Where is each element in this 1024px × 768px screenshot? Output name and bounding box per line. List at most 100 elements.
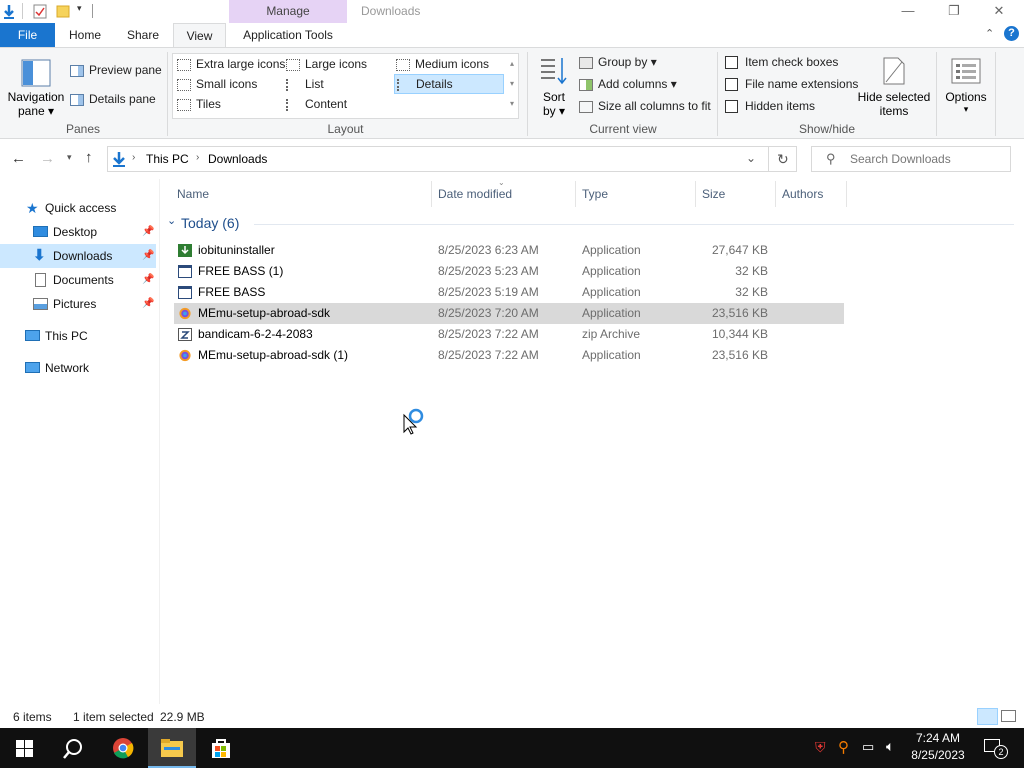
close-button[interactable]: ✕	[976, 0, 1022, 23]
hide-selected-label-2: items	[879, 104, 909, 118]
search-input[interactable]: Search Downloads	[850, 147, 951, 171]
volume-tray-icon[interactable]: 🔈︎	[886, 738, 894, 755]
security-tray-icon[interactable]: ⛨	[815, 739, 826, 756]
up-arrow-icon[interactable]: ↑	[85, 149, 93, 166]
minimize-button[interactable]: —	[885, 0, 931, 23]
nav-quick-access[interactable]: ★ Quick access	[0, 196, 156, 220]
network-tray-icon[interactable]: ▭	[862, 739, 874, 755]
file-row-memu-setup-abroad-sdk[interactable]: MEmu-setup-abroad-sdk 8/25/2023 7:20 AM …	[174, 303, 844, 324]
pin-icon[interactable]: 📌	[142, 220, 154, 244]
nav-pictures[interactable]: Pictures 📌	[0, 292, 156, 316]
group-by-button[interactable]: Group by ▾	[579, 53, 657, 71]
add-columns-icon	[579, 78, 593, 91]
file-row-free-bass[interactable]: FREE BASS 8/25/2023 5:19 AM Application …	[174, 282, 844, 303]
nav-documents[interactable]: Documents 📌	[0, 268, 156, 292]
help-icon[interactable]: ?	[1004, 26, 1019, 41]
tab-home[interactable]: Home	[60, 23, 110, 47]
add-columns-button[interactable]: Add columns ▾	[579, 75, 677, 93]
search-icon	[63, 739, 82, 759]
sort-by-button[interactable]: Sort by ▾	[536, 54, 572, 118]
file-row-free-bass-1[interactable]: FREE BASS (1) 8/25/2023 5:23 AM Applicat…	[174, 261, 844, 282]
recent-locations-icon[interactable]: ▾	[67, 152, 72, 163]
app-tray-icon[interactable]: ⚲	[838, 738, 849, 756]
refresh-icon[interactable]: ↻	[777, 151, 789, 168]
chrome-taskbar-button[interactable]	[99, 728, 147, 768]
details-pane-button[interactable]: Details pane	[70, 90, 156, 108]
nav-this-pc[interactable]: This PC	[0, 324, 156, 348]
layout-small-icons[interactable]: Small icons	[177, 75, 257, 93]
new-folder-icon[interactable]	[56, 4, 70, 18]
breadcrumb-downloads[interactable]: Downloads	[208, 152, 267, 166]
manage-context-tab[interactable]: Manage	[229, 0, 347, 23]
sort-label-2: by ▾	[542, 104, 566, 118]
ribbon-tabs: File Home Share View Application Tools ⌃…	[0, 23, 1024, 48]
taskbar-clock[interactable]: 7:24 AM 8/25/2023	[905, 730, 971, 764]
search-box[interactable]: ⚲ Search Downloads	[811, 146, 1011, 172]
star-icon: ★	[26, 200, 39, 216]
nav-downloads[interactable]: ⬇ Downloads 📌	[0, 244, 156, 268]
pin-icon[interactable]: 📌	[142, 244, 154, 268]
details-pane-icon	[70, 93, 84, 106]
search-taskbar-button[interactable]	[48, 728, 96, 768]
column-header-type[interactable]: Type	[574, 181, 696, 207]
column-header-name[interactable]: Name	[169, 181, 432, 207]
preview-pane-icon	[70, 64, 84, 77]
file-explorer-taskbar-button[interactable]	[148, 728, 196, 768]
breadcrumb-this-pc[interactable]: This PC	[146, 152, 189, 166]
tab-application-tools[interactable]: Application Tools	[229, 23, 347, 47]
layout-extra-large-icons[interactable]: Extra large icons	[177, 55, 285, 73]
size-all-columns-button[interactable]: Size all columns to fit	[579, 97, 711, 115]
zip-archive-icon	[178, 328, 192, 341]
layout-large-icons[interactable]: Large icons	[286, 55, 367, 73]
start-button[interactable]	[0, 728, 48, 768]
back-arrow-icon[interactable]: ←	[11, 150, 26, 167]
options-dropdown-icon: ▾	[963, 104, 969, 114]
store-taskbar-button[interactable]	[197, 728, 245, 768]
layout-tiles[interactable]: Tiles	[177, 95, 221, 113]
status-bar: 6 items 1 item selected 22.9 MB	[0, 706, 1024, 728]
hidden-items-checkbox[interactable]	[725, 100, 738, 113]
desktop-icon	[33, 226, 48, 237]
file-row-bandicam[interactable]: bandicam-6-2-4-2083 8/25/2023 7:22 AM zi…	[174, 324, 844, 345]
preview-pane-button[interactable]: Preview pane	[70, 61, 162, 79]
forward-arrow-icon[interactable]: →	[40, 150, 55, 167]
busy-cursor-icon	[403, 408, 424, 435]
tab-view[interactable]: View	[173, 23, 226, 48]
item-check-boxes-checkbox[interactable]	[725, 56, 738, 69]
restore-button[interactable]: ❐	[931, 0, 977, 23]
properties-icon[interactable]	[33, 4, 47, 19]
pin-icon[interactable]: 📌	[142, 268, 154, 292]
options-button[interactable]: Options ▾	[940, 54, 992, 118]
file-row-memu-setup-abroad-sdk-1[interactable]: MEmu-setup-abroad-sdk (1) 8/25/2023 7:22…	[174, 345, 844, 366]
nav-desktop[interactable]: Desktop 📌	[0, 220, 156, 244]
layout-scroll[interactable]: ▴ ▾ ▾	[506, 54, 518, 118]
column-headers: Name Date modified ⌄ Type Size Authors	[160, 178, 1024, 207]
details-view-toggle-icon[interactable]	[977, 708, 998, 725]
collapse-ribbon-icon[interactable]: ⌃	[985, 27, 994, 40]
download-arrow-icon[interactable]	[2, 4, 16, 20]
address-dropdown-icon[interactable]: ⌄	[746, 151, 756, 165]
large-icons-view-toggle-icon[interactable]	[1001, 710, 1016, 722]
file-row-iobituninstaller[interactable]: iobituninstaller 8/25/2023 6:23 AM Appli…	[174, 240, 844, 261]
nav-network[interactable]: Network	[0, 356, 156, 380]
address-box[interactable]: › This PC › Downloads ⌄ ↻	[107, 146, 797, 172]
action-center-button[interactable]: 2	[980, 736, 1010, 760]
layout-details[interactable]: Details	[394, 74, 504, 94]
tab-share[interactable]: Share	[118, 23, 168, 47]
tab-file[interactable]: File	[0, 23, 55, 47]
column-header-authors[interactable]: Authors	[774, 181, 847, 207]
navigation-pane-button[interactable]: Navigation pane ▾	[6, 54, 66, 118]
pin-icon[interactable]: 📌	[142, 292, 154, 316]
file-name-extensions-checkbox[interactable]	[725, 78, 738, 91]
hide-selected-label: Hide selected	[857, 90, 931, 104]
group-header[interactable]: ⌄ Today (6)	[164, 214, 1024, 234]
layout-list[interactable]: List	[286, 75, 324, 93]
column-header-size[interactable]: Size	[694, 181, 776, 207]
memu-icon	[179, 307, 191, 320]
layout-medium-icons[interactable]: Medium icons	[396, 55, 489, 73]
grid-icon	[396, 58, 410, 71]
hide-selected-items-button[interactable]: Hide selected items	[856, 54, 932, 118]
customize-toolbar-icon[interactable]: ▾	[77, 3, 82, 14]
sort-indicator-icon: ⌄	[498, 178, 505, 187]
layout-content[interactable]: Content	[286, 95, 347, 113]
